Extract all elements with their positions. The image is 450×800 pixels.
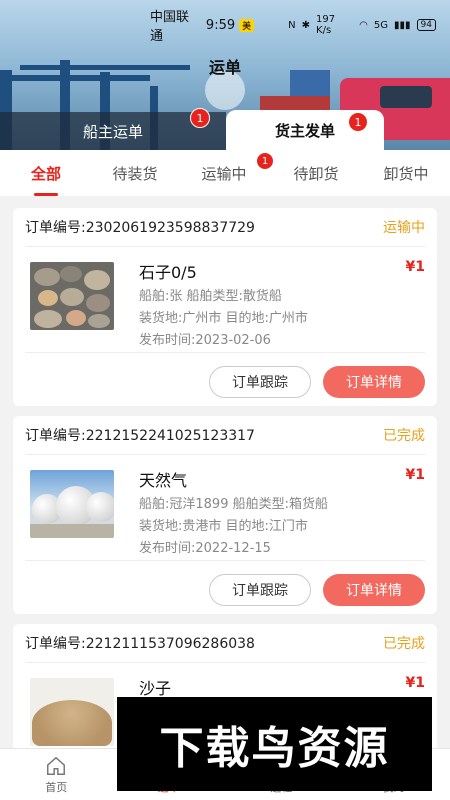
count-badge: 1 (348, 112, 368, 132)
signal-icon: ▮▮▮ (394, 19, 411, 31)
tab-label: 船主运单 (82, 122, 143, 141)
order-status: 运输中 (383, 220, 425, 236)
price: ¥1 (405, 259, 425, 275)
clock: 9:59 (205, 17, 236, 33)
bluetooth-icon: ✱ (301, 19, 311, 31)
goods-thumbnail (30, 262, 114, 330)
order-details-button[interactable]: 订单详情 (323, 574, 425, 606)
nfc-icon: N (288, 19, 296, 31)
publish-time: 发布时间:2023-02-06 (139, 333, 271, 348)
app-notification-badge: 美 (239, 18, 255, 32)
ship-info: 船舶:张 船舶类型:散货船 (139, 289, 282, 304)
tab-label: 运输中 (201, 164, 247, 183)
goods-name: 沙子 (139, 679, 172, 698)
goods-name: 石子0/5 (139, 263, 197, 282)
tab-label: 货主发单 (274, 121, 335, 140)
price: ¥1 (405, 467, 425, 483)
order-number: 订单编号:2302061923598837729 (25, 220, 255, 236)
tab-all[interactable]: 全部 (0, 150, 92, 196)
tab-label: 待装货 (112, 164, 158, 183)
tab-shipowner-orders[interactable]: 船主运单 1 (0, 108, 226, 150)
order-card[interactable]: 订单编号:2212152241025123317 已完成 天然气 ¥1 船舶:冠… (13, 416, 437, 614)
goods-thumbnail (30, 678, 114, 746)
route-info: 装货地:广州市 目的地:广州市 (139, 311, 308, 326)
tab-label: 卸货中 (383, 164, 429, 183)
tab-in-transit[interactable]: 运输中 1 (178, 150, 274, 196)
goods-name: 天然气 (139, 471, 188, 490)
watermark: 下载鸟资源 (117, 697, 432, 791)
signal-label: 5G (373, 19, 389, 31)
carrier-name: 中国联通 (150, 10, 190, 44)
order-number: 订单编号:2212111537096286038 (25, 636, 255, 652)
status-bar: 中国联通 9:59 美 N ✱ 197 K/s ◠ 5G ▮▮▮ 94 (150, 10, 436, 44)
order-tracking-button[interactable]: 订单跟踪 (209, 366, 311, 398)
order-card[interactable]: 订单编号:2302061923598837729 运输中 石子0/5 ¥1 船舶… (13, 208, 437, 406)
tab-unloading[interactable]: 卸货中 (362, 150, 450, 196)
net-speed: 197 K/s (316, 14, 336, 36)
goods-thumbnail (30, 470, 114, 538)
count-badge: 1 (190, 108, 210, 128)
order-tracking-button[interactable]: 订单跟踪 (209, 574, 311, 606)
status-tabs: 全部 待装货 运输中 1 待卸货 卸货中 (0, 150, 450, 196)
wifi-icon: ◠ (359, 19, 368, 31)
route-info: 装货地:贵港市 目的地:江门市 (139, 519, 308, 534)
tab-label: 待卸货 (293, 164, 339, 183)
home-icon (47, 756, 66, 775)
battery-icon: 94 (416, 19, 436, 31)
tab-label: 全部 (30, 164, 61, 183)
tab-awaiting-loading[interactable]: 待装货 (92, 150, 178, 196)
publish-time: 发布时间:2022-12-15 (139, 541, 271, 556)
order-details-button[interactable]: 订单详情 (323, 366, 425, 398)
price: ¥1 (405, 675, 425, 691)
ship-info: 船舶:冠洋1899 船舶类型:箱货船 (139, 497, 328, 512)
header: 中国联通 9:59 美 N ✱ 197 K/s ◠ 5G ▮▮▮ 94 运单 船… (0, 0, 450, 150)
order-status: 已完成 (383, 636, 425, 652)
tab-shipper-orders[interactable]: 货主发单 1 (226, 110, 384, 150)
page-title: 运单 (208, 58, 241, 77)
nav-label: 首页 (45, 780, 68, 794)
tab-awaiting-unloading[interactable]: 待卸货 (270, 150, 362, 196)
order-status: 已完成 (383, 428, 425, 444)
order-number: 订单编号:2212152241025123317 (25, 428, 255, 444)
nav-home[interactable]: 首页 (0, 749, 113, 800)
